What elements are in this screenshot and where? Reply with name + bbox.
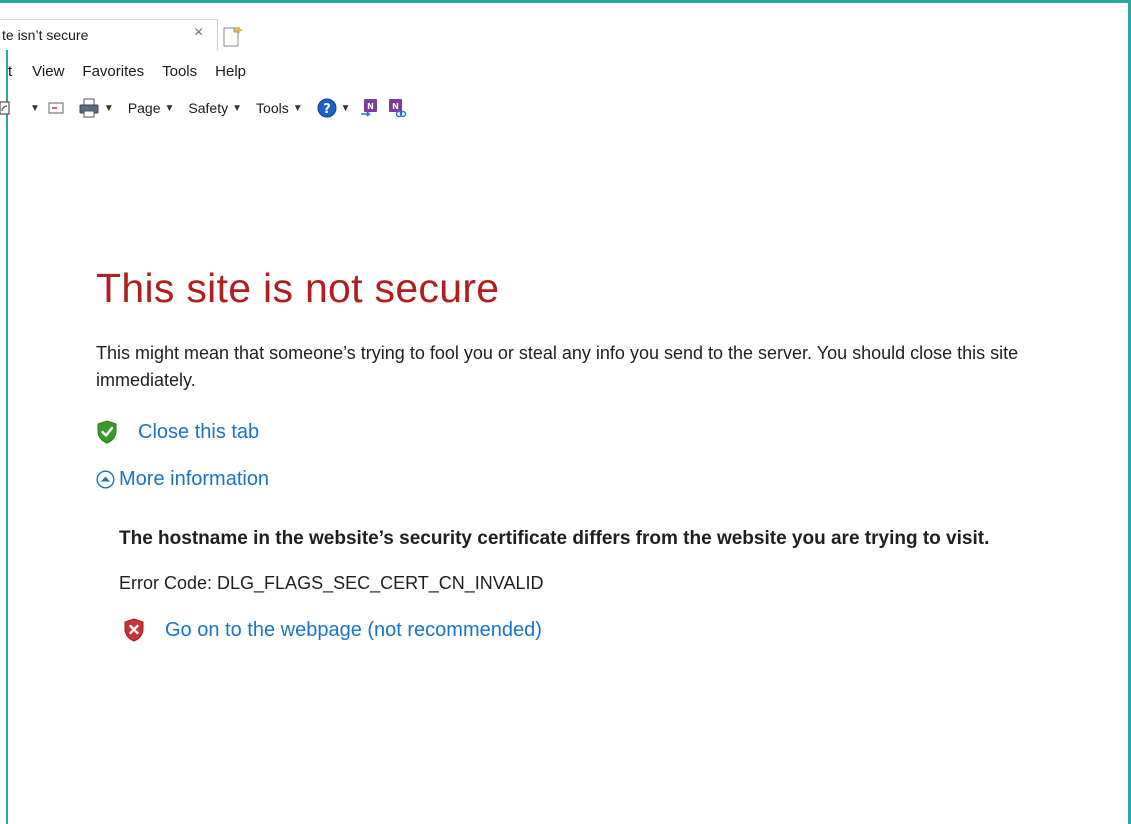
- chevron-down-icon: ▼: [164, 102, 175, 114]
- error-page-content: This site is not secure This might mean …: [96, 260, 1106, 642]
- rss-feed-icon: [0, 101, 10, 115]
- safety-menu-label: Safety: [188, 100, 229, 116]
- onenote-link-icon: N: [388, 99, 406, 118]
- onenote-send-button[interactable]: N: [359, 98, 379, 118]
- tab-strip: te isn’t secure ×: [0, 3, 1128, 50]
- menu-bar: t View Favorites Tools Help: [0, 58, 264, 84]
- chevron-down-icon: ▼: [103, 102, 114, 114]
- menu-item-favorites[interactable]: Favorites: [82, 63, 144, 80]
- safety-menu-button[interactable]: Safety ▼: [188, 100, 242, 116]
- shield-check-icon: [97, 420, 117, 444]
- tab-title: te isn’t secure: [2, 27, 89, 43]
- more-info-row[interactable]: More information: [96, 468, 1106, 491]
- help-menu-button[interactable]: ? ▼: [317, 98, 351, 118]
- svg-text:?: ?: [323, 102, 331, 117]
- page-menu-label: Page: [127, 100, 161, 116]
- page-menu-button[interactable]: Page ▼: [128, 100, 175, 116]
- feeds-dropdown[interactable]: ▼: [26, 101, 64, 115]
- close-tab-row: Close this tab: [96, 420, 1106, 444]
- window-frame-left: [6, 50, 8, 824]
- svg-text:N: N: [392, 102, 399, 111]
- error-code: Error Code: DLG_FLAGS_SEC_CERT_CN_INVALI…: [119, 573, 544, 593]
- tab-close-icon[interactable]: ×: [194, 24, 203, 42]
- chevron-down-icon: ▼: [232, 102, 243, 114]
- onenote-link-button[interactable]: N: [387, 98, 407, 118]
- menu-item-help[interactable]: Help: [215, 63, 246, 80]
- go-on-row: Go on to the webpage (not recommended): [123, 618, 1106, 642]
- menu-item-edit[interactable]: t: [8, 63, 12, 80]
- chevron-down-icon: ▼: [340, 102, 351, 114]
- svg-text:N: N: [367, 102, 374, 111]
- help-icon: ?: [317, 98, 337, 118]
- new-tab-icon[interactable]: [220, 25, 246, 48]
- chevron-down-icon: ▼: [30, 102, 40, 114]
- more-information-link[interactable]: More information: [119, 468, 269, 491]
- shield-x-icon: [124, 618, 144, 642]
- printer-icon: [79, 98, 99, 118]
- page-title: This site is not secure: [96, 265, 500, 311]
- feeds-button[interactable]: [0, 100, 12, 116]
- close-tab-link[interactable]: Close this tab: [138, 421, 259, 444]
- warning-description: This might mean that someone’s trying to…: [96, 343, 1019, 390]
- mail-icon: [48, 102, 64, 114]
- certificate-error-message: The hostname in the website’s security c…: [119, 528, 990, 549]
- chevron-down-icon: ▼: [292, 102, 303, 114]
- onenote-send-icon: N: [360, 99, 377, 117]
- print-button[interactable]: ▼: [78, 98, 114, 118]
- menu-item-view[interactable]: View: [32, 63, 64, 80]
- command-bar: ▼ ▼ Page ▼ Safety ▼ Tools ▼ ? ▼ N N: [0, 93, 421, 123]
- chevron-up-circle-icon[interactable]: [96, 470, 115, 489]
- menu-item-tools[interactable]: Tools: [162, 63, 197, 80]
- tools-menu-label: Tools: [256, 100, 289, 116]
- tab-current[interactable]: te isn’t secure ×: [0, 19, 218, 50]
- tools-menu-button[interactable]: Tools ▼: [256, 100, 303, 116]
- go-on-to-webpage-link[interactable]: Go on to the webpage (not recommended): [165, 619, 542, 642]
